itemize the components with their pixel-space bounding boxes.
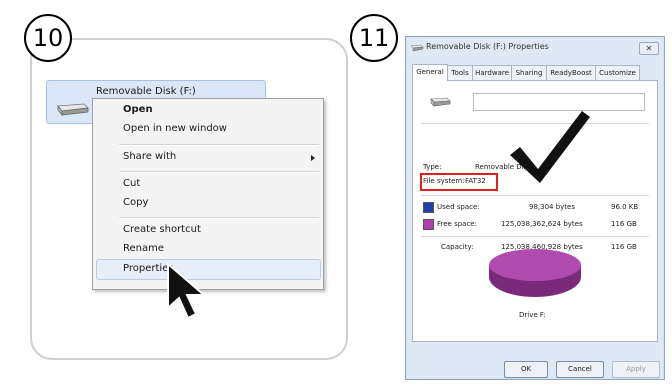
dialog-titlebar[interactable]: Removable Disk (F:) Properties ✕	[406, 37, 664, 59]
apply-button[interactable]: Apply	[612, 361, 660, 378]
submenu-arrow-icon	[311, 155, 315, 161]
drive-icon	[430, 97, 451, 107]
checkmark-icon	[510, 111, 590, 183]
free-space-size: 116 GB	[611, 220, 637, 228]
close-button[interactable]: ✕	[639, 42, 659, 55]
tab-strip: General Tools Hardware Sharing ReadyBoos…	[412, 64, 658, 81]
used-space-size: 96.0 KB	[611, 203, 639, 211]
menu-item-open-new-window[interactable]: Open in new window	[123, 123, 227, 134]
menu-item-rename[interactable]: Rename	[123, 243, 164, 254]
cancel-button[interactable]: Cancel	[556, 361, 604, 378]
menu-separator	[119, 144, 319, 146]
file-system-value: FAT32	[465, 177, 486, 185]
drive-icon	[57, 103, 89, 117]
used-space-bytes: 98,304 bytes	[529, 203, 576, 211]
menu-separator	[119, 171, 319, 173]
properties-dialog: Removable Disk (F:) Properties ✕ General…	[405, 36, 665, 380]
file-system-label: File system:	[423, 177, 465, 185]
free-space-swatch	[423, 219, 434, 230]
menu-item-copy[interactable]: Copy	[123, 197, 148, 208]
drive-item-label: Removable Disk (F:)	[96, 86, 196, 97]
tab-sharing[interactable]: Sharing	[511, 65, 547, 80]
capacity-label: Capacity:	[441, 243, 474, 251]
tab-general[interactable]: General	[412, 64, 448, 81]
free-space-label: Free space:	[437, 220, 477, 228]
type-label: Type:	[423, 163, 442, 171]
free-space-bytes: 125,038,362,624 bytes	[501, 220, 583, 228]
tab-tools[interactable]: Tools	[447, 65, 473, 80]
ok-button[interactable]: OK	[504, 361, 548, 378]
divider	[421, 236, 649, 237]
tab-hardware[interactable]: Hardware	[472, 65, 512, 80]
step-10-badge: 10	[24, 14, 72, 62]
used-space-swatch	[423, 202, 434, 213]
menu-item-cut[interactable]: Cut	[123, 178, 140, 189]
close-icon: ✕	[645, 44, 653, 53]
menu-item-share-with[interactable]: Share with	[123, 151, 176, 162]
context-menu: Open Open in new window Share with Cut C…	[92, 98, 324, 290]
tab-readyboost[interactable]: ReadyBoost	[546, 65, 596, 80]
menu-item-create-shortcut[interactable]: Create shortcut	[123, 224, 201, 235]
divider	[421, 195, 649, 196]
drive-icon	[410, 44, 424, 52]
menu-separator	[119, 217, 319, 219]
dialog-title: Removable Disk (F:) Properties	[426, 42, 549, 51]
capacity-size: 116 GB	[611, 243, 637, 251]
step-11-badge: 11	[350, 14, 398, 62]
drive-caption: Drive F:	[519, 311, 546, 319]
menu-item-open[interactable]: Open	[123, 104, 153, 115]
disk-usage-pie	[489, 249, 581, 297]
tab-customize[interactable]: Customize	[595, 65, 640, 80]
used-space-label: Used space:	[437, 203, 480, 211]
mouse-cursor-icon	[167, 262, 207, 320]
